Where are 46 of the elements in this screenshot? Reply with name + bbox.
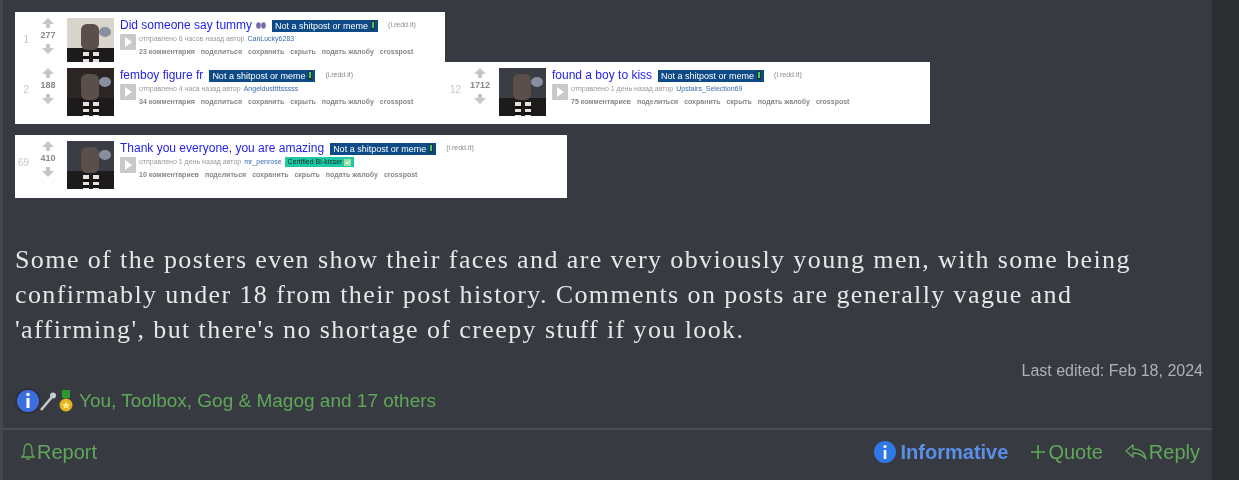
info-icon — [873, 441, 896, 463]
post-title-link[interactable]: Did someone say tummy — [120, 18, 253, 33]
rank-number: 1 — [22, 33, 29, 47]
bell-icon — [21, 443, 35, 461]
downvote-icon[interactable] — [42, 166, 54, 177]
reply-icon — [1124, 443, 1147, 461]
spoon-icon — [39, 391, 57, 411]
upvote-icon[interactable] — [42, 18, 54, 28]
play-icon[interactable] — [120, 84, 136, 100]
reactions-link[interactable]: You, Toolbox, Gog & Magog and 17 others — [79, 386, 437, 416]
flair-text: Not a shitpost or meme — [661, 69, 755, 82]
phone-icon — [308, 71, 313, 80]
post-body-text: Some of the posters even show their faces and are very obviously young men, with some being confirmably under 18 from their post history. Comments on posts are generally vague and 'affirming', but there's no shortage of creepy stuff if you look. — [15, 244, 1132, 346]
rank-number: 2 — [22, 83, 29, 97]
downvote-icon[interactable] — [474, 93, 486, 104]
phone-icon — [757, 71, 762, 80]
post-title-link[interactable]: found a boy to kiss — [552, 68, 653, 83]
last-edited-text: Last edited: Feb 18, 2024 — [1021, 361, 1203, 381]
flair-text: Not a shitpost or meme — [275, 19, 369, 32]
info-icon — [15, 388, 41, 414]
upvote-icon[interactable] — [42, 141, 54, 151]
upvote-icon[interactable] — [42, 68, 54, 78]
report-link[interactable]: Report — [21, 437, 98, 467]
check-icon — [344, 158, 352, 166]
post-title-link[interactable]: Thank you everyone, you are amazing — [120, 141, 325, 156]
play-icon[interactable] — [120, 34, 136, 50]
score: 1712 — [470, 79, 490, 92]
informative-reaction-button[interactable]: Informative — [873, 437, 1009, 467]
reply-link[interactable]: Reply — [1124, 437, 1200, 467]
upvote-icon[interactable] — [474, 68, 486, 78]
phone-icon — [371, 21, 376, 30]
flair-text: Not a shitpost or meme — [212, 69, 306, 82]
plus-icon — [1030, 444, 1047, 460]
score: 188 — [40, 79, 56, 92]
score: 410 — [40, 152, 56, 165]
downvote-icon[interactable] — [42, 43, 54, 54]
rank-number: 12 — [448, 83, 461, 97]
medal-icon — [59, 389, 73, 413]
play-icon[interactable] — [552, 84, 568, 100]
score: 277 — [40, 29, 56, 42]
phone-icon — [429, 144, 434, 153]
play-icon[interactable] — [120, 157, 136, 173]
downvote-icon[interactable] — [42, 93, 54, 104]
post-title-link[interactable]: femboy figure fr — [120, 68, 204, 83]
flair-text: Not a shitpost or meme — [333, 142, 427, 155]
quote-link[interactable]: Quote — [1030, 437, 1103, 467]
